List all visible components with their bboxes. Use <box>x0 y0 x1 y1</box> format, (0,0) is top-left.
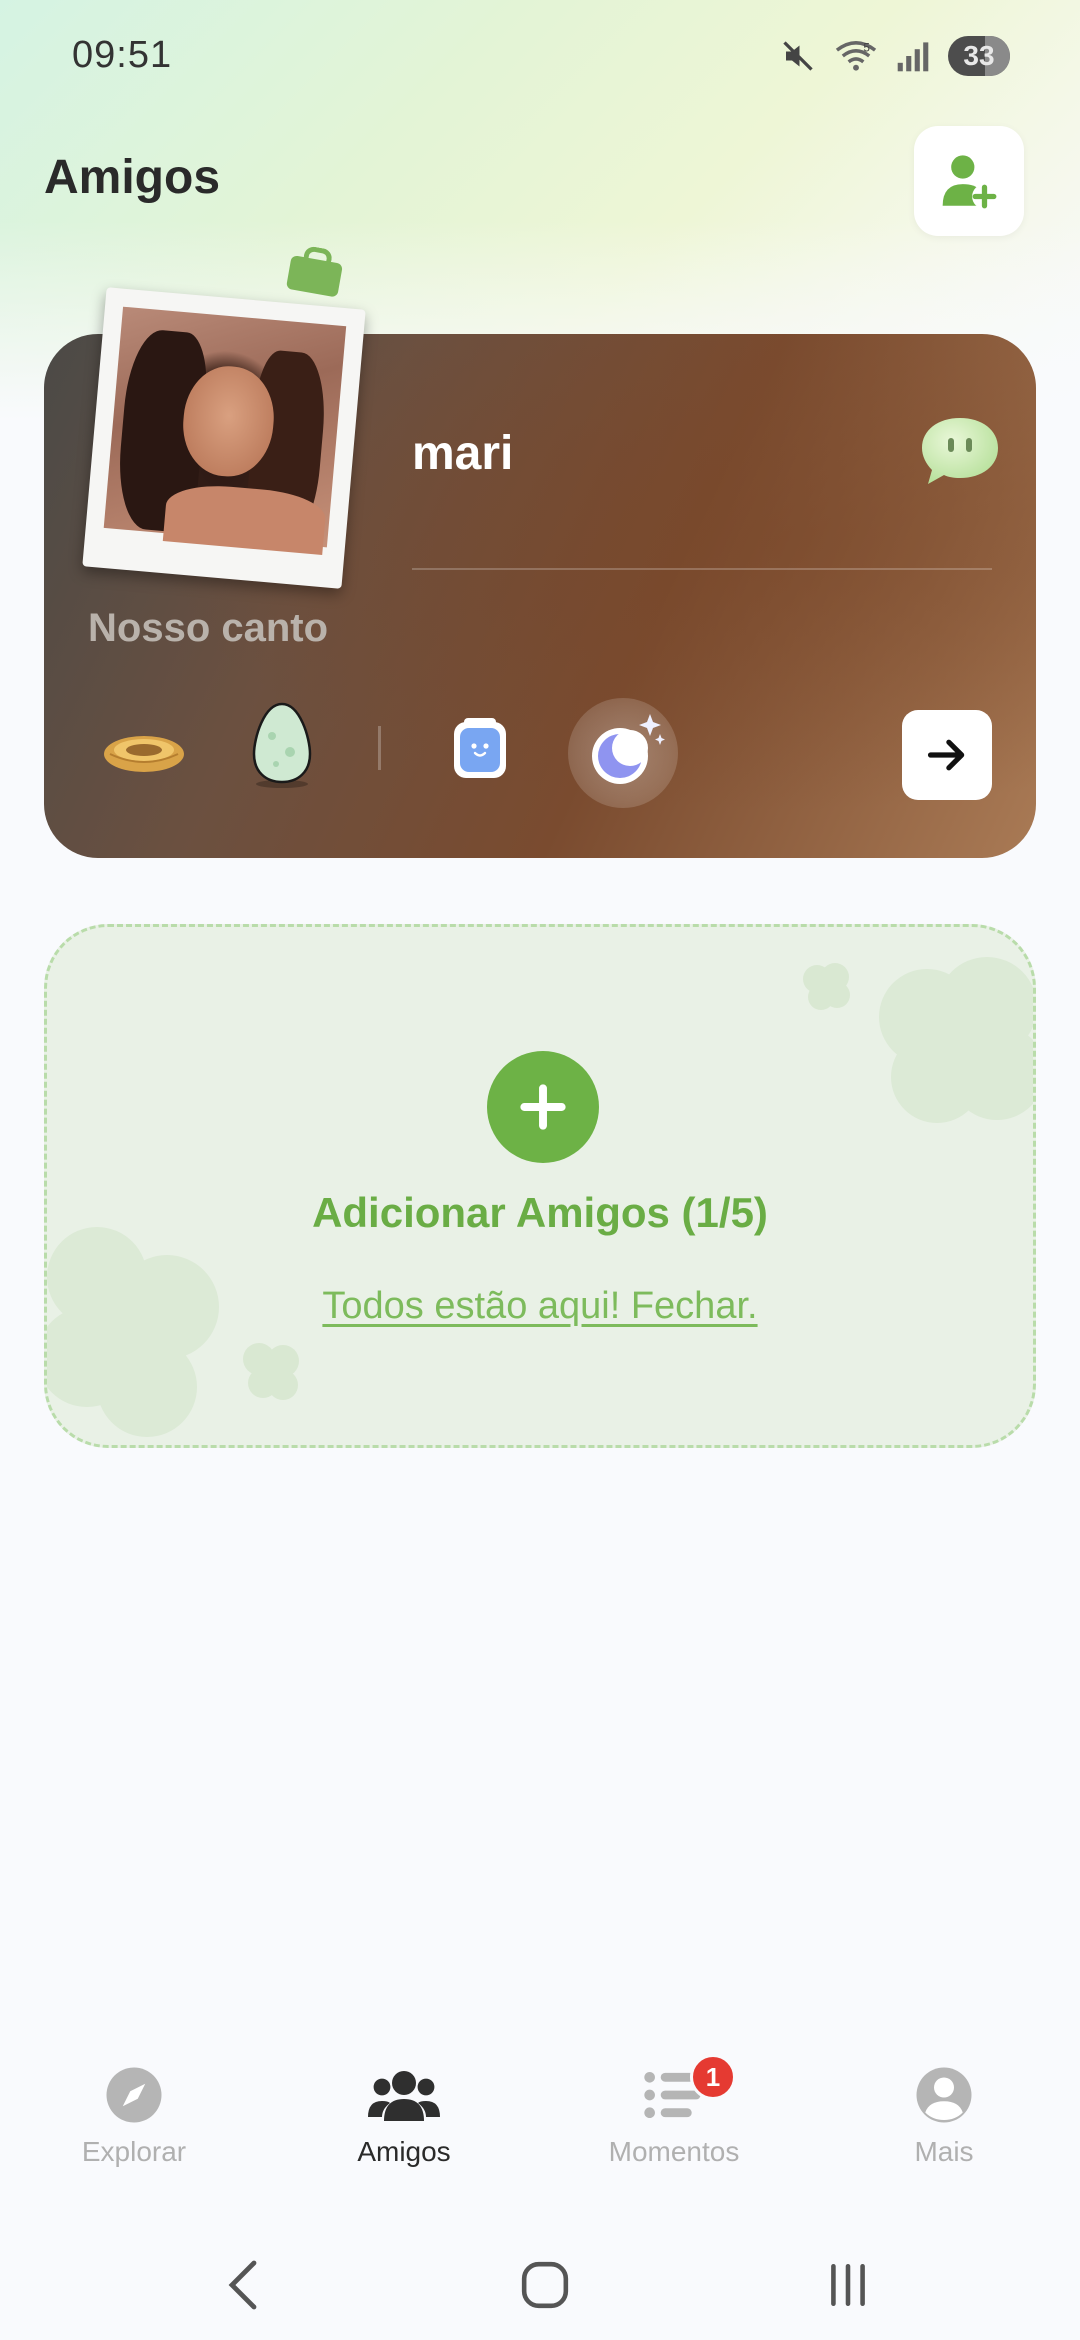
recents-icon <box>831 2263 865 2307</box>
add-friends-button[interactable] <box>487 1051 599 1163</box>
friend-card[interactable]: mari Nosso canto <box>44 255 1036 858</box>
items-separator <box>378 726 381 770</box>
profile-icon <box>916 2067 972 2123</box>
nav-item-momentos[interactable]: 1 Momentos <box>574 2054 774 2168</box>
status-time: 09:51 <box>72 34 173 76</box>
nav-label: Amigos <box>357 2136 451 2167</box>
clover-decoration-icon <box>803 963 850 1010</box>
corner-label: Nosso canto <box>88 606 329 650</box>
chat-button[interactable] <box>918 412 1002 492</box>
home-button[interactable] <box>505 2250 585 2320</box>
nav-item-amigos[interactable]: Amigos <box>304 2060 504 2168</box>
friend-name: mari <box>412 427 514 480</box>
arrow-right-icon <box>927 739 965 771</box>
status-bar: 09:51 5 33 <box>0 0 1080 118</box>
corner-items <box>44 696 1036 816</box>
clip-icon <box>285 255 343 298</box>
clover-decoration-icon <box>879 957 1033 1123</box>
clover-decoration-icon <box>243 1343 299 1400</box>
add-friends-title[interactable]: Adicionar Amigos (1/5) <box>47 1189 1033 1237</box>
home-icon <box>521 2261 569 2309</box>
add-friend-button[interactable] <box>914 126 1024 236</box>
signal-icon <box>897 42 929 72</box>
back-icon <box>228 2260 257 2310</box>
back-button[interactable] <box>204 2250 284 2320</box>
bottom-nav: Explorar Amigos 1 Momentos Mais <box>0 2054 1080 2200</box>
plus-icon <box>520 1084 566 1130</box>
jar-icon[interactable] <box>450 716 510 780</box>
nav-item-explorar[interactable]: Explorar <box>34 2060 234 2168</box>
wifi-icon: 5 <box>835 41 877 71</box>
friend-photo <box>103 306 347 556</box>
svg-text:5: 5 <box>863 42 870 55</box>
add-friends-panel: Adicionar Amigos (1/5) Todos estão aqui!… <box>44 924 1036 1448</box>
status-icons: 5 33 <box>780 36 1010 76</box>
system-nav-bar <box>0 2230 1080 2340</box>
nav-label: Mais <box>914 2136 974 2167</box>
egg-icon[interactable] <box>250 702 314 788</box>
recents-button[interactable] <box>808 2250 888 2320</box>
battery-icon: 33 <box>948 36 1010 76</box>
friends-icon <box>368 2071 440 2121</box>
compass-icon <box>106 2067 162 2123</box>
friend-photo-frame[interactable] <box>82 255 366 589</box>
page-title: Amigos <box>44 151 221 204</box>
card-divider <box>412 568 992 570</box>
nav-label: Explorar <box>81 2136 187 2167</box>
nest-icon[interactable] <box>102 730 186 774</box>
moon-icon <box>592 714 665 784</box>
close-panel-link[interactable]: Todos estão aqui! Fechar. <box>47 1285 1033 1328</box>
moon-button[interactable] <box>568 698 678 808</box>
notification-badge: 1 <box>690 2054 736 2100</box>
add-user-icon <box>942 155 997 209</box>
open-corner-button[interactable] <box>902 710 992 800</box>
nav-item-mais[interactable]: Mais <box>844 2060 1044 2168</box>
mute-icon <box>783 41 813 71</box>
nav-label: Momentos <box>608 2136 740 2167</box>
chat-bubble-icon <box>922 418 998 484</box>
